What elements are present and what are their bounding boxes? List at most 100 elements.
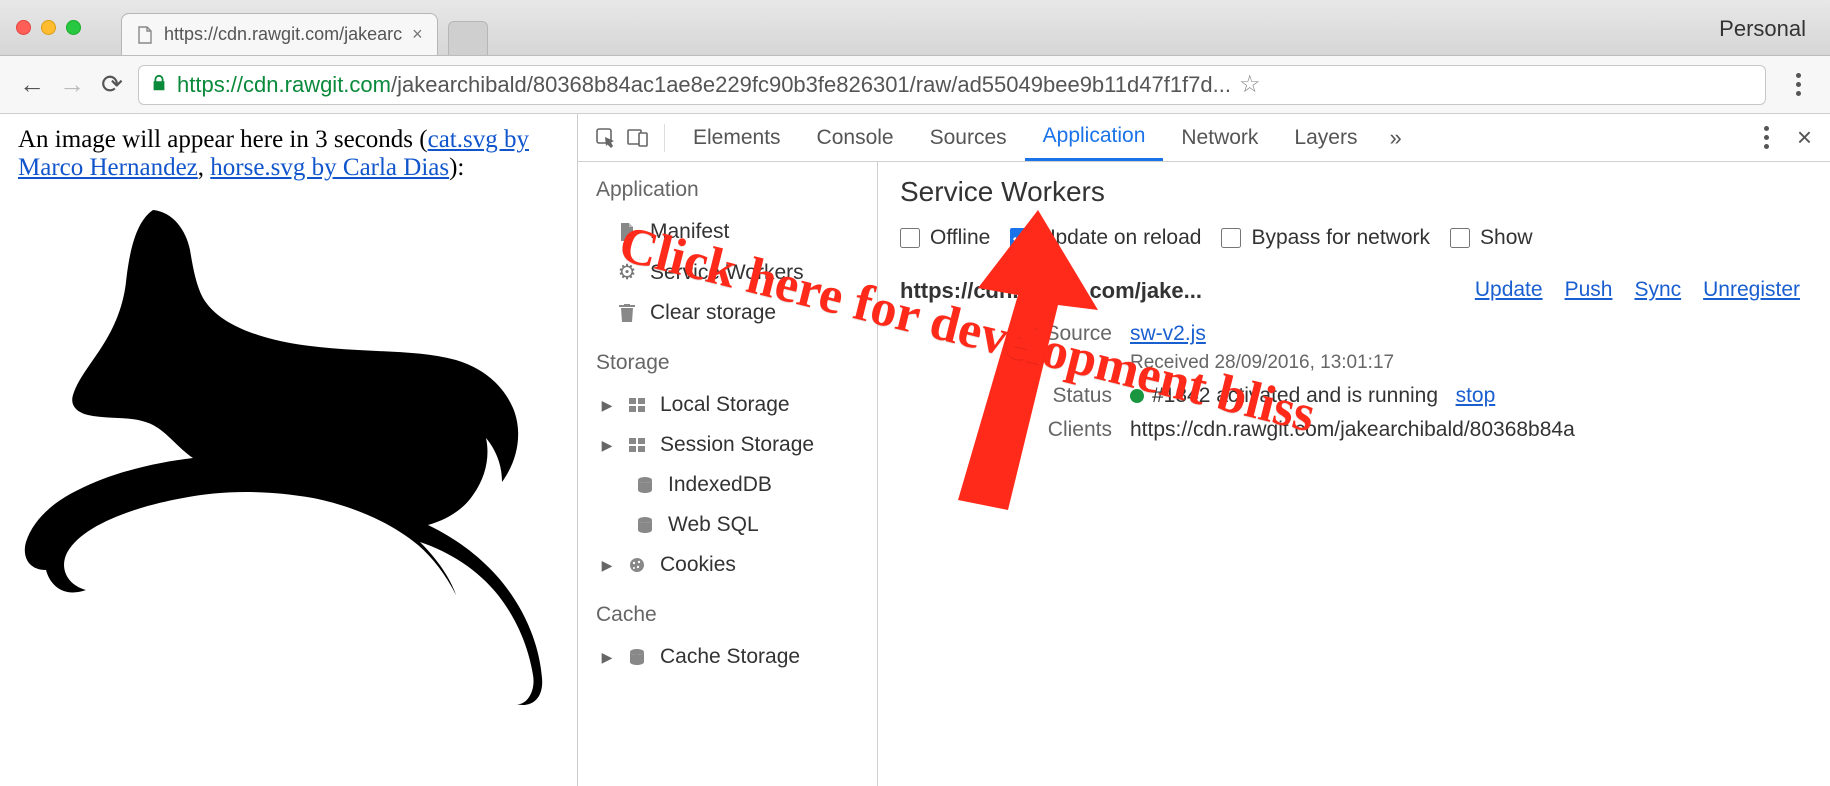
devtools-menu-icon[interactable]	[1753, 126, 1781, 149]
page-intro: An image will appear here in 3 seconds (…	[18, 126, 559, 182]
tab-strip: https://cdn.rawgit.com/jakearc ×	[121, 0, 1814, 55]
devtools-body: Application Manifest ⚙ Service Workers C…	[578, 162, 1830, 786]
sidebar-item-label: Service Workers	[650, 261, 804, 285]
minimize-window-button[interactable]	[41, 20, 56, 35]
horse-image	[18, 190, 559, 717]
sw-source-row: Source sw-v2.js Received 28/09/2016, 13:…	[1020, 322, 1830, 374]
stop-link[interactable]: stop	[1456, 384, 1496, 407]
tab-layers[interactable]: Layers	[1276, 116, 1375, 160]
sidebar-item-service-workers[interactable]: ⚙ Service Workers	[592, 252, 877, 293]
tab-console[interactable]: Console	[799, 116, 912, 160]
link-horse-svg[interactable]: horse.svg by Carla Dias	[210, 154, 449, 181]
update-link[interactable]: Update	[1475, 278, 1543, 302]
database-icon	[626, 649, 648, 665]
lock-icon	[151, 72, 167, 98]
sidebar-item-clear-storage[interactable]: Clear storage	[592, 293, 877, 333]
tab-network[interactable]: Network	[1163, 116, 1276, 160]
group-label: Application	[592, 172, 877, 212]
tab-title: https://cdn.rawgit.com/jakearc	[164, 24, 402, 45]
unregister-link[interactable]: Unregister	[1703, 278, 1800, 302]
tab-application[interactable]: Application	[1025, 114, 1164, 161]
sw-action-links: Update Push Sync Unregister	[1475, 278, 1830, 302]
traffic-lights	[16, 20, 81, 35]
tab-sources[interactable]: Sources	[912, 116, 1025, 160]
sidebar-item-websql[interactable]: Web SQL	[592, 505, 877, 545]
sidebar-item-local-storage[interactable]: ▶ Local Storage	[592, 385, 877, 425]
sidebar-item-cookies[interactable]: ▶ Cookies	[592, 545, 877, 585]
sw-options-row: Offline Update on reload Bypass for netw…	[900, 226, 1830, 250]
close-window-button[interactable]	[16, 20, 31, 35]
status-dot-icon	[1130, 389, 1144, 403]
group-label: Cache	[592, 597, 877, 637]
back-button[interactable]: ←	[18, 71, 46, 99]
sidebar-group-application: Application Manifest ⚙ Service Workers C…	[578, 162, 877, 335]
expand-icon: ▶	[600, 557, 614, 574]
status-label: Status	[1020, 384, 1130, 408]
new-tab-button[interactable]	[448, 21, 488, 55]
url-origin: https://cdn.rawgit.com	[177, 72, 391, 98]
file-icon	[136, 26, 154, 44]
sidebar-group-cache: Cache ▶ Cache Storage	[578, 587, 877, 679]
sidebar-item-label: IndexedDB	[668, 473, 772, 497]
clients-value: https://cdn.rawgit.com/jakearchibald/803…	[1130, 418, 1830, 442]
devtools-close-icon[interactable]: ×	[1797, 122, 1812, 153]
close-tab-icon[interactable]: ×	[412, 24, 423, 45]
sidebar-item-label: Web SQL	[668, 513, 759, 537]
browser-menu-icon[interactable]	[1784, 73, 1812, 96]
sidebar-item-label: Session Storage	[660, 433, 814, 457]
tabs-overflow-icon[interactable]: »	[1375, 125, 1415, 151]
expand-icon: ▶	[600, 397, 614, 414]
sync-link[interactable]: Sync	[1634, 278, 1681, 302]
offline-checkbox[interactable]: Offline	[900, 226, 990, 250]
trash-icon	[616, 304, 638, 322]
url-path: /jakearchibald/80368b84ac1ae8e229fc90b3f…	[391, 72, 1231, 98]
web-page: An image will appear here in 3 seconds (…	[0, 114, 578, 786]
reload-button[interactable]: ⟳	[98, 71, 126, 99]
database-icon	[634, 477, 656, 493]
inspect-icon[interactable]	[590, 128, 622, 148]
database-icon	[634, 517, 656, 533]
forward-button: →	[58, 71, 86, 99]
browser-tab[interactable]: https://cdn.rawgit.com/jakearc ×	[121, 13, 438, 55]
show-all-checkbox[interactable]: Show	[1450, 226, 1533, 250]
sidebar-item-label: Cache Storage	[660, 645, 800, 669]
window-titlebar: https://cdn.rawgit.com/jakearc × Persona…	[0, 0, 1830, 56]
sidebar-item-manifest[interactable]: Manifest	[592, 212, 877, 252]
sw-clients-row: Clients https://cdn.rawgit.com/jakearchi…	[1020, 418, 1830, 442]
file-icon	[616, 223, 638, 241]
sidebar-item-label: Manifest	[650, 220, 729, 244]
devtools-panel: Elements Console Sources Application Net…	[578, 114, 1830, 786]
sidebar-item-session-storage[interactable]: ▶ Session Storage	[592, 425, 877, 465]
application-sidebar: Application Manifest ⚙ Service Workers C…	[578, 162, 878, 786]
clients-label: Clients	[1020, 418, 1130, 442]
source-label: Source	[1020, 322, 1130, 374]
bookmark-icon[interactable]: ☆	[1239, 70, 1261, 99]
maximize-window-button[interactable]	[66, 20, 81, 35]
sidebar-group-storage: Storage ▶ Local Storage ▶ Session Storag…	[578, 335, 877, 587]
expand-icon: ▶	[600, 437, 614, 454]
profile-label[interactable]: Personal	[1719, 16, 1806, 42]
browser-toolbar: ← → ⟳ https://cdn.rawgit.com/jakearchiba…	[0, 56, 1830, 114]
update-on-reload-checkbox[interactable]: Update on reload	[1010, 226, 1201, 250]
status-text: #1842 activated and is running	[1152, 384, 1438, 407]
sidebar-item-label: Cookies	[660, 553, 736, 577]
devtools-tabbar: Elements Console Sources Application Net…	[578, 114, 1830, 162]
bypass-for-network-checkbox[interactable]: Bypass for network	[1221, 226, 1430, 250]
sidebar-item-indexeddb[interactable]: IndexedDB	[592, 465, 877, 505]
device-icon[interactable]	[622, 128, 654, 148]
grid-icon	[626, 438, 648, 452]
sidebar-item-label: Clear storage	[650, 301, 776, 325]
source-link[interactable]: sw-v2.js	[1130, 322, 1206, 345]
expand-icon: ▶	[600, 649, 614, 666]
address-bar[interactable]: https://cdn.rawgit.com/jakearchibald/803…	[138, 65, 1766, 105]
content-area: An image will appear here in 3 seconds (…	[0, 114, 1830, 786]
grid-icon	[626, 398, 648, 412]
push-link[interactable]: Push	[1565, 278, 1613, 302]
tab-elements[interactable]: Elements	[675, 116, 799, 160]
group-label: Storage	[592, 345, 877, 385]
sw-origin-row: https://cdn.rawgit.com/jake... Update Pu…	[900, 278, 1830, 304]
sw-status-row: Status #1842 activated and is running st…	[1020, 384, 1830, 408]
panel-title: Service Workers	[900, 176, 1830, 208]
service-workers-panel: Service Workers Offline Update on reload…	[878, 162, 1830, 786]
sidebar-item-cache-storage[interactable]: ▶ Cache Storage	[592, 637, 877, 677]
